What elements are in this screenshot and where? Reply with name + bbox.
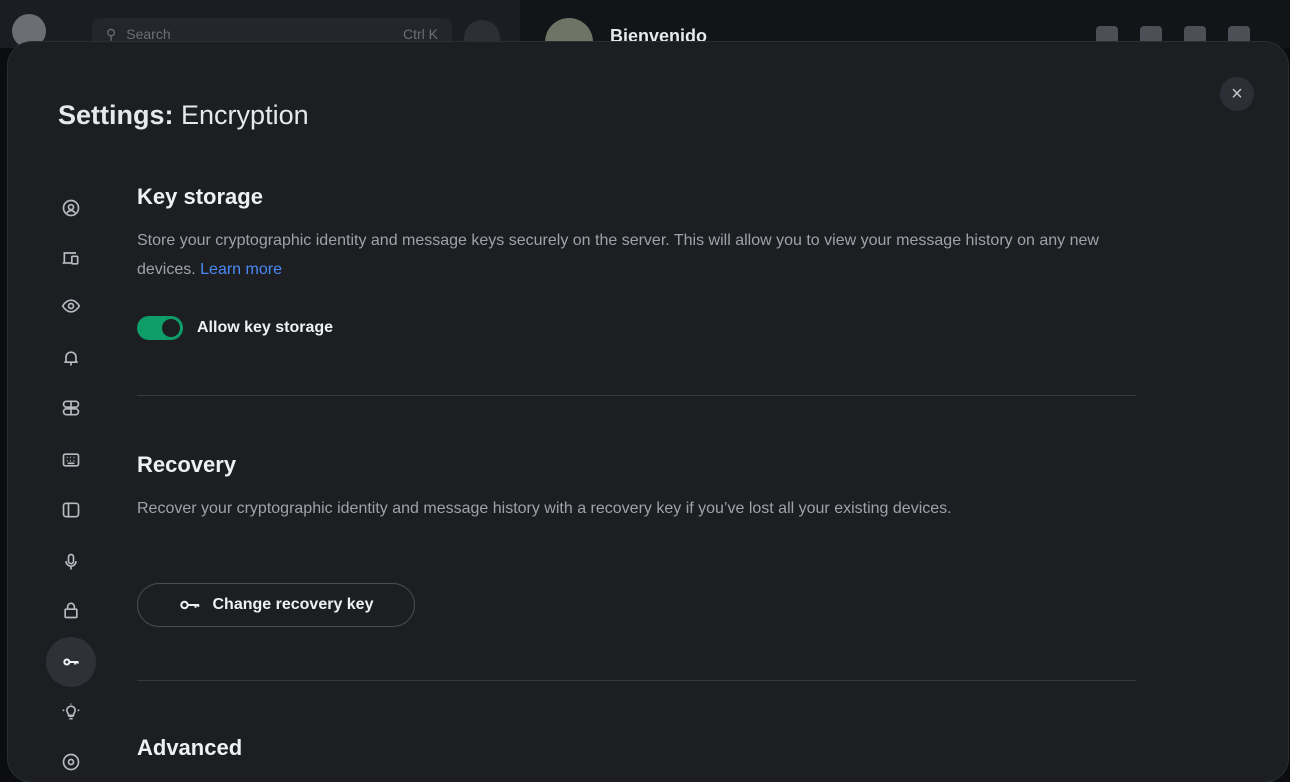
sidebar-item-notifications[interactable] xyxy=(46,338,96,378)
security-lock-icon xyxy=(64,602,78,619)
sidebar-item-voice-video[interactable] xyxy=(46,542,96,582)
labs-lightbulb-icon xyxy=(62,703,80,720)
sidebar-item-sessions[interactable] xyxy=(46,238,96,278)
encryption-key-icon xyxy=(63,658,79,666)
page-title-prefix: Settings: xyxy=(58,100,174,130)
toggle-knob xyxy=(162,319,180,337)
voice-video-mic-icon xyxy=(65,553,77,570)
page-title: Settings: Encryption xyxy=(58,98,309,132)
allow-key-storage-toggle[interactable] xyxy=(137,316,183,340)
allow-key-storage-row: Allow key storage xyxy=(137,316,333,340)
keyboard-icon xyxy=(62,453,80,467)
allow-key-storage-label[interactable]: Allow key storage xyxy=(197,319,333,337)
search-icon: ⚲ xyxy=(106,26,117,42)
sidebar-item-preferences[interactable] xyxy=(46,388,96,428)
key-icon xyxy=(179,600,199,610)
section-divider xyxy=(137,395,1136,396)
change-recovery-key-button[interactable]: Change recovery key xyxy=(137,583,415,627)
sidebar-item-security[interactable] xyxy=(46,590,96,630)
help-icon xyxy=(62,753,80,771)
page-title-section: Encryption xyxy=(181,100,309,130)
sidebar-item-keyboard[interactable] xyxy=(46,440,96,480)
sessions-icon xyxy=(62,252,79,265)
advanced-heading: Advanced xyxy=(137,735,243,760)
change-recovery-key-label: Change recovery key xyxy=(212,596,374,613)
appearance-eye-icon xyxy=(61,299,81,313)
close-icon: × xyxy=(1231,82,1243,105)
sidebar-item-account[interactable] xyxy=(46,188,96,228)
sidebar-item-encryption[interactable] xyxy=(46,637,96,687)
account-icon xyxy=(62,199,80,217)
search-shortcut: Ctrl K xyxy=(403,26,438,42)
learn-more-link[interactable]: Learn more xyxy=(200,261,282,278)
notifications-bell-icon xyxy=(64,351,78,366)
sidebar-item-appearance[interactable] xyxy=(46,286,96,326)
preferences-icon xyxy=(62,400,80,416)
sidebar-icon xyxy=(62,502,80,518)
settings-dialog xyxy=(8,42,1288,782)
sidebar-item-help[interactable] xyxy=(46,742,96,782)
sidebar-item-sidebar[interactable] xyxy=(46,490,96,530)
key-storage-heading: Key storage xyxy=(137,184,263,209)
section-divider xyxy=(137,680,1136,681)
sidebar-item-labs[interactable] xyxy=(46,692,96,732)
close-button[interactable]: × xyxy=(1220,77,1254,111)
key-storage-description: Store your cryptographic identity and me… xyxy=(137,226,1117,284)
recovery-description: Recover your cryptographic identity and … xyxy=(137,500,952,517)
recovery-heading: Recovery xyxy=(137,452,237,477)
search-placeholder: Search xyxy=(126,26,171,42)
